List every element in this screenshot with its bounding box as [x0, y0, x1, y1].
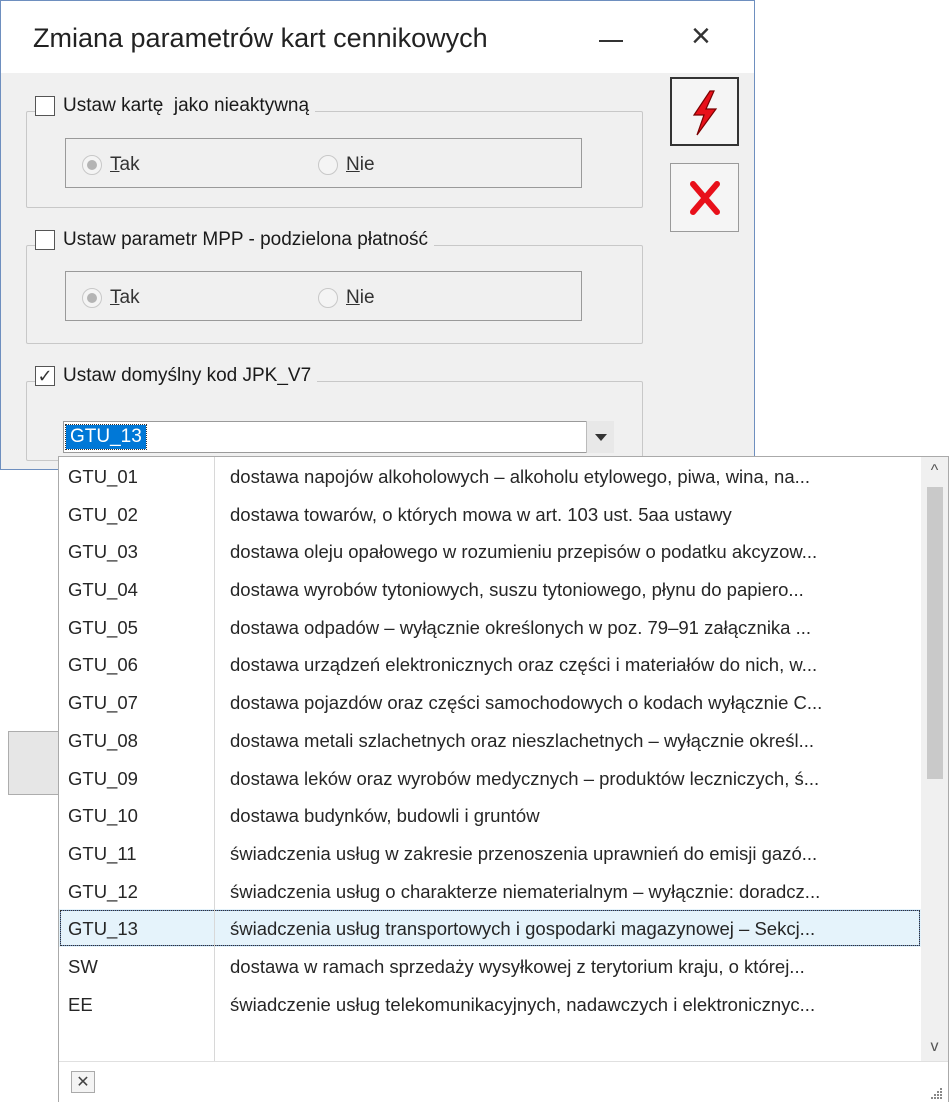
- list-item[interactable]: GTU_09 dostawa leków oraz wyrobów medyczn…: [59, 759, 921, 797]
- group-inactive-card-header[interactable]: Ustaw kartę jako nieaktywną: [35, 95, 316, 117]
- red-x-icon: [690, 181, 720, 215]
- list-item[interactable]: GTU_02 dostawa towarów, o których mowa w …: [59, 495, 921, 533]
- list-item-description: świadczenia usług w zakresie przenoszeni…: [230, 842, 818, 864]
- list-item-description: dostawa leków oraz wyrobów medycznych – …: [230, 767, 820, 789]
- jpk-code-combo[interactable]: GTU_13: [63, 421, 613, 453]
- list-item-code: GTU_06: [68, 654, 138, 676]
- combo-selected-value: GTU_13: [65, 424, 147, 450]
- inactive-card-radio-nie[interactable]: Nie: [318, 154, 375, 176]
- jpk-checkbox[interactable]: ✓: [35, 366, 55, 386]
- mpp-radio-group: Tak Nie: [65, 271, 582, 321]
- dropdown-list: GTU_01 dostawa napojów alkoholowych – alk…: [59, 457, 921, 1022]
- cancel-button[interactable]: [670, 163, 739, 232]
- list-item[interactable]: GTU_11 świadczenia usług w zakresie przen…: [59, 834, 921, 872]
- list-item-code: GTU_03: [68, 541, 138, 563]
- list-item-description: dostawa w ramach sprzedaży wysyłkowej z …: [230, 955, 805, 977]
- list-item[interactable]: GTU_10 dostawa budynków, budowli i gruntó…: [59, 796, 921, 834]
- mpp-label: Ustaw parametr MPP - podzielona płatność: [63, 229, 429, 250]
- list-item-code: GTU_10: [68, 805, 138, 827]
- dropdown-footer: ✕: [59, 1061, 948, 1102]
- list-item[interactable]: SW dostawa w ramach sprzedaży wysyłkowej …: [59, 947, 921, 985]
- group-inactive-card: Ustaw kartę jako nieaktywną Tak Nie: [26, 95, 643, 208]
- inactive-card-radio-tak[interactable]: Tak: [82, 154, 140, 176]
- list-item-description: świadczenia usług transportowych i gospo…: [230, 918, 816, 940]
- list-item-description: dostawa urządzeń elektronicznych oraz cz…: [230, 654, 818, 676]
- jpk-label: Ustaw domyślny kod JPK_V7: [63, 365, 312, 386]
- radio-selected-icon: [82, 155, 102, 175]
- list-item-code: GTU_12: [68, 880, 138, 902]
- inactive-card-radio-group: Tak Nie: [65, 138, 582, 188]
- list-item[interactable]: GTU_13 świadczenia usług transportowych i…: [59, 909, 921, 947]
- radio-unselected-icon: [318, 155, 338, 175]
- list-item[interactable]: GTU_06 dostawa urządzeń elektronicznych o…: [59, 645, 921, 683]
- dropdown-scrollbar[interactable]: ^ v: [921, 457, 948, 1061]
- radio-label: Nie: [346, 287, 375, 308]
- list-item-code: GTU_01: [68, 466, 138, 487]
- inactive-card-checkbox[interactable]: [35, 96, 55, 116]
- list-item-description: świadczenie usług telekomunikacyjnych, n…: [230, 993, 816, 1015]
- resize-grip-icon[interactable]: [931, 1088, 943, 1100]
- scroll-down-icon[interactable]: v: [921, 1033, 948, 1061]
- radio-label: Tak: [110, 154, 140, 175]
- list-item-code: GTU_11: [68, 842, 137, 864]
- scroll-thumb[interactable]: [927, 487, 943, 779]
- lightning-icon: [692, 90, 718, 136]
- mpp-radio-tak[interactable]: Tak: [82, 287, 140, 309]
- scroll-up-icon[interactable]: ^: [921, 457, 948, 485]
- list-item-code: GTU_04: [68, 579, 138, 601]
- list-item-description: dostawa metali szlachetnych oraz nieszla…: [230, 729, 815, 751]
- list-item-description: dostawa napojów alkoholowych – alkoholu …: [230, 466, 811, 487]
- list-item-description: dostawa budynków, budowli i gruntów: [230, 805, 540, 827]
- list-item-description: dostawa wyrobów tytoniowych, suszu tyton…: [230, 579, 804, 601]
- mpp-checkbox[interactable]: [35, 230, 55, 250]
- list-item[interactable]: GTU_04 dostawa wyrobów tytoniowych, suszu…: [59, 570, 921, 608]
- mpp-radio-nie[interactable]: Nie: [318, 287, 375, 309]
- list-item-description: świadczenia usług o charakterze niemater…: [230, 880, 821, 902]
- close-icon[interactable]: ×: [691, 19, 711, 53]
- radio-label: Tak: [110, 287, 140, 308]
- jpk-code-dropdown: GTU_01 dostawa napojów alkoholowych – alk…: [58, 456, 949, 1102]
- group-jpk-header[interactable]: ✓ Ustaw domyślny kod JPK_V7: [35, 365, 318, 387]
- list-item-description: dostawa oleju opałowego w rozumieniu prz…: [230, 541, 818, 563]
- list-item[interactable]: EE świadczenie usług telekomunikacyjnych,…: [59, 985, 921, 1023]
- combo-dropdown-button[interactable]: [586, 421, 614, 453]
- radio-selected-icon: [82, 288, 102, 308]
- list-item[interactable]: GTU_03 dostawa oleju opałowego w rozumien…: [59, 532, 921, 570]
- list-item-code: GTU_13: [68, 918, 138, 940]
- dropdown-close-button[interactable]: ✕: [71, 1071, 95, 1093]
- window-title: Zmiana parametrów kart cennikowych: [33, 23, 488, 53]
- title-bar[interactable]: Zmiana parametrów kart cennikowych ×: [1, 1, 754, 73]
- list-item-code: GTU_08: [68, 729, 138, 751]
- list-item[interactable]: GTU_01 dostawa napojów alkoholowych – alk…: [59, 457, 921, 495]
- list-item[interactable]: GTU_05 dostawa odpadów – wyłącznie określ…: [59, 608, 921, 646]
- list-item-code: EE: [68, 993, 93, 1015]
- list-item-code: SW: [68, 955, 98, 977]
- group-mpp-header[interactable]: Ustaw parametr MPP - podzielona płatność: [35, 229, 435, 251]
- group-mpp: Ustaw parametr MPP - podzielona płatność…: [26, 229, 643, 344]
- list-item-code: GTU_09: [68, 767, 138, 789]
- radio-label: Nie: [346, 154, 375, 175]
- dialog-window: Zmiana parametrów kart cennikowych × Ust…: [0, 0, 755, 470]
- list-item-description: dostawa odpadów – wyłącznie określonych …: [230, 616, 812, 638]
- list-item-description: dostawa towarów, o których mowa w art. 1…: [230, 503, 732, 525]
- minimize-icon[interactable]: [599, 40, 623, 42]
- list-item-description: dostawa pojazdów oraz części samochodowy…: [230, 692, 823, 714]
- list-item-code: GTU_02: [68, 503, 138, 525]
- radio-unselected-icon: [318, 288, 338, 308]
- column-separator: [214, 457, 215, 1061]
- chevron-down-icon: [594, 433, 607, 441]
- list-item[interactable]: GTU_07 dostawa pojazdów oraz części samoc…: [59, 683, 921, 721]
- list-item-code: GTU_07: [68, 692, 138, 714]
- list-item[interactable]: GTU_08 dostawa metali szlachetnych oraz n…: [59, 721, 921, 759]
- list-item-code: GTU_05: [68, 616, 138, 638]
- inactive-card-label: Ustaw kartę jako nieaktywną: [63, 95, 310, 116]
- confirm-button[interactable]: [670, 77, 739, 146]
- list-item[interactable]: GTU_12 świadczenia usług o charakterze ni…: [59, 872, 921, 910]
